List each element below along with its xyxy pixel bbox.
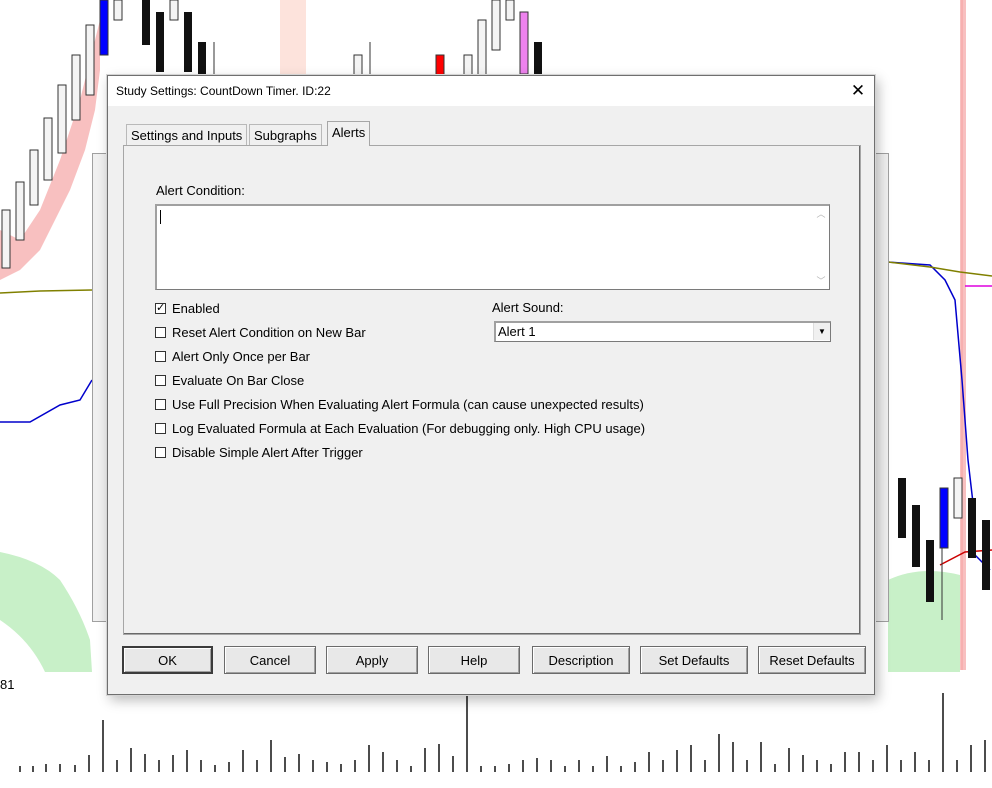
- disable-simple-alert-label[interactable]: Disable Simple Alert After Trigger: [172, 445, 363, 460]
- reset-alert-condition-label[interactable]: Reset Alert Condition on New Bar: [172, 325, 366, 340]
- tab-subgraphs[interactable]: Subgraphs: [249, 124, 322, 145]
- enabled-label[interactable]: Enabled: [172, 301, 220, 316]
- scroll-up-icon[interactable]: ︿: [815, 208, 827, 220]
- band-fill-top: [280, 0, 306, 75]
- volume-bars: [19, 693, 986, 772]
- apply-button[interactable]: Apply: [326, 646, 418, 674]
- ok-button[interactable]: OK: [122, 646, 213, 674]
- alert-once-per-bar-checkbox[interactable]: [155, 351, 166, 362]
- alert-sound-label: Alert Sound:: [492, 300, 564, 315]
- band-fill-right: [960, 0, 966, 670]
- scroll-down-icon[interactable]: ﹀: [815, 275, 827, 287]
- checkmark-icon: ✓: [156, 302, 166, 314]
- alert-sound-value: Alert 1: [498, 324, 536, 339]
- enabled-checkbox[interactable]: ✓: [155, 303, 166, 314]
- alert-sound-select[interactable]: Alert 1 ▼: [494, 321, 831, 342]
- full-precision-label[interactable]: Use Full Precision When Evaluating Alert…: [172, 397, 644, 412]
- reset-alert-condition-checkbox[interactable]: [155, 327, 166, 338]
- evaluate-on-bar-close-checkbox[interactable]: [155, 375, 166, 386]
- up-candle: [99, 0, 109, 56]
- chevron-down-icon[interactable]: ▼: [813, 323, 830, 340]
- description-button[interactable]: Description: [532, 646, 630, 674]
- full-precision-checkbox[interactable]: [155, 399, 166, 410]
- set-defaults-button[interactable]: Set Defaults: [640, 646, 748, 674]
- red-candle: [435, 54, 445, 76]
- alert-condition-label: Alert Condition:: [156, 183, 245, 198]
- olive-line-left: [0, 289, 93, 294]
- log-evaluated-formula-checkbox[interactable]: [155, 423, 166, 434]
- axis-label: 81: [0, 677, 15, 692]
- study-settings-dialog: Study Settings: CountDown Timer. ID:22 ✕…: [107, 75, 875, 695]
- dialog-title: Study Settings: CountDown Timer. ID:22: [116, 84, 331, 98]
- reset-defaults-button[interactable]: Reset Defaults: [758, 646, 866, 674]
- alert-condition-input[interactable]: ︿ ﹀: [155, 204, 830, 290]
- alert-once-per-bar-label[interactable]: Alert Only Once per Bar: [172, 349, 310, 364]
- cloud-fill-left: [0, 552, 92, 672]
- close-icon: ✕: [850, 81, 866, 100]
- ma-line-left: [0, 379, 93, 423]
- dialog-titlebar[interactable]: Study Settings: CountDown Timer. ID:22 ✕: [108, 76, 874, 106]
- help-button[interactable]: Help: [428, 646, 520, 674]
- cancel-button[interactable]: Cancel: [224, 646, 316, 674]
- log-evaluated-formula-label[interactable]: Log Evaluated Formula at Each Evaluation…: [172, 421, 645, 436]
- text-caret: [160, 210, 161, 224]
- tab-settings-and-inputs[interactable]: Settings and Inputs: [126, 124, 248, 145]
- tab-alerts[interactable]: Alerts: [327, 121, 371, 146]
- cloud-fill-right: [888, 571, 960, 672]
- magenta-candle: [519, 11, 529, 75]
- disable-simple-alert-checkbox[interactable]: [155, 447, 166, 458]
- evaluate-on-bar-close-label[interactable]: Evaluate On Bar Close: [172, 373, 304, 388]
- olive-line-right: [887, 261, 992, 277]
- close-button[interactable]: ✕: [842, 76, 874, 106]
